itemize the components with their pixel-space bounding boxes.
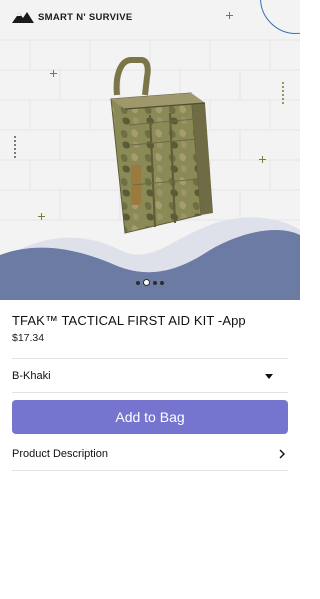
carousel-dot[interactable]	[160, 280, 164, 285]
plus-decoration-icon	[226, 12, 233, 19]
dot-pattern-decoration	[282, 82, 285, 106]
product-title: TFAK™ TACTICAL FIRST AID KIT -App	[12, 313, 246, 328]
divider	[12, 392, 288, 393]
carousel-dot-active[interactable]	[143, 279, 150, 286]
carousel-dot[interactable]	[153, 280, 157, 285]
dot-pattern-decoration	[14, 136, 17, 160]
product-image	[110, 57, 213, 234]
plus-decoration-icon	[259, 156, 266, 163]
product-image-carousel[interactable]: SMART N' SURVIVE	[0, 0, 300, 300]
brand-name: SMART N' SURVIVE	[38, 11, 133, 23]
mountain-logo-icon	[12, 12, 34, 23]
variant-select-value: B-Khaki	[12, 370, 51, 382]
brand-logo: SMART N' SURVIVE	[12, 11, 133, 23]
add-to-bag-button[interactable]: Add to Bag	[12, 400, 288, 434]
divider	[12, 470, 288, 471]
carousel-dot[interactable]	[136, 280, 140, 285]
carousel-pagination	[136, 279, 164, 286]
plus-decoration-icon	[50, 70, 57, 77]
product-description-label: Product Description	[12, 448, 108, 460]
product-description-row[interactable]: Product Description	[12, 445, 288, 463]
divider	[12, 358, 288, 359]
variant-select[interactable]: B-Khaki	[12, 366, 288, 386]
caret-down-icon	[265, 373, 273, 379]
product-price: $17.34	[12, 332, 45, 344]
chevron-right-icon	[279, 449, 285, 459]
